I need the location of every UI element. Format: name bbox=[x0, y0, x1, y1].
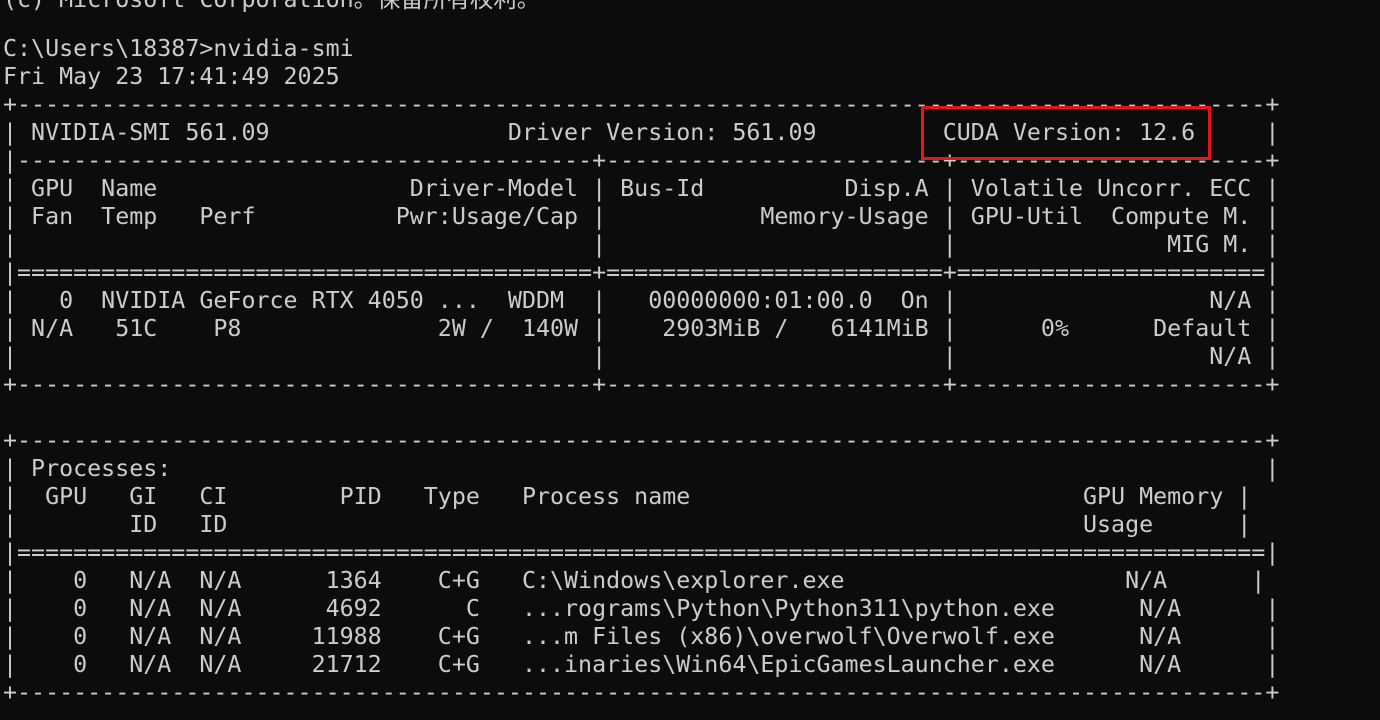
gpu-table-data-row: | | | N/A | bbox=[3, 343, 1280, 370]
gpu-table-header-row: | GPU Name Driver-Model | Bus-Id Disp.A … bbox=[3, 175, 1280, 202]
terminal-window[interactable]: (c) Microsoft Corporation。保留所有权利。 C:\Use… bbox=[0, 0, 1380, 720]
process-table-bottom-border: +---------------------------------------… bbox=[3, 679, 1280, 706]
gpu-table-header-row: | Fan Temp Perf Pwr:Usage/Cap | Memory-U… bbox=[3, 203, 1280, 230]
gpu-table-data-row: | 0 NVIDIA GeForce RTX 4050 ... WDDM | 0… bbox=[3, 287, 1280, 314]
gpu-table-bottom-border: +---------------------------------------… bbox=[3, 371, 1280, 398]
command-prompt-line: C:\Users\18387>nvidia-smi bbox=[3, 35, 354, 62]
process-table-double-separator: |=======================================… bbox=[3, 539, 1280, 566]
gpu-table-double-separator: |=======================================… bbox=[3, 259, 1280, 286]
process-table-top-border: +---------------------------------------… bbox=[3, 427, 1280, 454]
process-row: | 0 N/A N/A 1364 C+G C:\Windows\explorer… bbox=[3, 567, 1266, 594]
gpu-table-header-row: | | | MIG M. | bbox=[3, 231, 1280, 258]
process-table-header-row: | ID ID Usage | bbox=[3, 511, 1252, 538]
copyright-line: (c) Microsoft Corporation。保留所有权利。 bbox=[3, 0, 540, 14]
process-row: | 0 N/A N/A 11988 C+G ...m Files (x86)\o… bbox=[3, 623, 1280, 650]
timestamp-line: Fri May 23 17:41:49 2025 bbox=[3, 63, 340, 90]
process-row: | 0 N/A N/A 4692 C ...rograms\Python\Pyt… bbox=[3, 595, 1280, 622]
process-table-header-row: | GPU GI CI PID Type Process name GPU Me… bbox=[3, 483, 1252, 510]
gpu-table-data-row: | N/A 51C P8 2W / 140W | 2903MiB / 6141M… bbox=[3, 315, 1280, 342]
process-row: | 0 N/A N/A 21712 C+G ...inaries\Win64\E… bbox=[3, 651, 1280, 678]
process-table-title: | Processes: | bbox=[3, 455, 1280, 482]
cuda-version-highlight-box bbox=[921, 106, 1211, 160]
